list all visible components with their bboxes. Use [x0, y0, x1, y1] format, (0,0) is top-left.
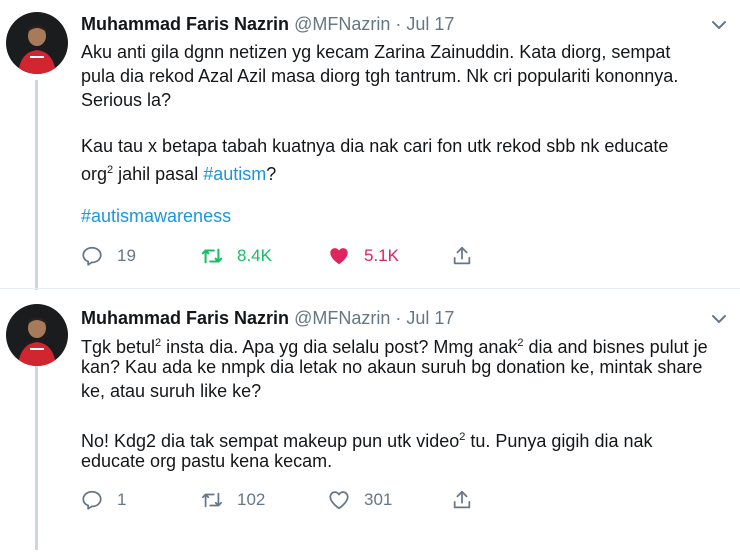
- text-fragment: insta dia. Apa yg dia selalu post? Mmg a…: [161, 337, 518, 357]
- hashtag-link[interactable]: #autism: [203, 164, 266, 184]
- author-handle[interactable]: @MFNazrin: [294, 308, 390, 328]
- separator: ·: [395, 308, 402, 328]
- reply-count: 19: [117, 246, 136, 265]
- tweet-line: pula dia rekod Azal Azil masa diorg tgh …: [81, 66, 679, 86]
- like-count: 301: [364, 490, 393, 509]
- avatar[interactable]: [6, 304, 68, 366]
- tweet-date[interactable]: Jul 17: [406, 14, 454, 34]
- text-fragment: Tgk betul: [81, 337, 156, 357]
- retweet-count: 102: [237, 490, 266, 509]
- text-fragment: dia and bisnes pulut je: [523, 337, 708, 357]
- tweet-text: Aku anti gila dgnn netizen yg kecam Zari…: [81, 40, 731, 228]
- avatar[interactable]: [6, 12, 68, 74]
- tweet[interactable]: Muhammad Faris Nazrin @MFNazrin · Jul 17…: [0, 288, 740, 553]
- share-button[interactable]: [451, 487, 473, 513]
- share-button[interactable]: [451, 243, 473, 269]
- tweet-line: Tgk betul2 insta dia. Apa yg dia selalu …: [81, 331, 731, 357]
- hashtag-link[interactable]: #autismawareness: [81, 204, 731, 228]
- retweet-icon: [201, 248, 223, 264]
- tweet-actions: 1 102 301: [81, 487, 491, 513]
- tweet-text: Tgk betul2 insta dia. Apa yg dia selalu …: [81, 331, 731, 473]
- text-fragment: jahil pasal: [113, 164, 204, 184]
- retweet-button[interactable]: 8.4K: [201, 243, 272, 269]
- tweet-header: Muhammad Faris Nazrin @MFNazrin · Jul 17: [81, 13, 454, 35]
- tweet-line: org2 jahil pasal #autism?: [81, 158, 731, 184]
- reply-icon: [82, 246, 102, 266]
- text-fragment: No! Kdg2 dia tak sempat makeup pun utk v…: [81, 431, 460, 451]
- tweet-line: No! Kdg2 dia tak sempat makeup pun utk v…: [81, 425, 731, 451]
- heart-icon: [330, 248, 348, 265]
- tweet-actions: 19 8.4K 5.1K: [81, 243, 491, 269]
- author-handle[interactable]: @MFNazrin: [294, 14, 390, 34]
- reply-icon: [82, 490, 102, 510]
- share-icon: [453, 246, 471, 265]
- tweet-line: Kau tau x betapa tabah kuatnya dia nak c…: [81, 136, 669, 156]
- retweet-icon: [201, 492, 223, 508]
- text-fragment: org: [81, 164, 108, 184]
- like-count: 5.1K: [364, 246, 399, 265]
- tweet-line: Aku anti gila dgnn netizen yg kecam Zari…: [81, 42, 671, 62]
- text-fragment: tu. Punya gigih dia nak: [465, 431, 653, 451]
- tweet-line: kan? Kau ada ke nmpk dia letak no akaun …: [81, 357, 703, 377]
- author-name[interactable]: Muhammad Faris Nazrin: [81, 308, 289, 328]
- tweet-line: ke, atau suruh like ke?: [81, 381, 262, 401]
- separator: ·: [395, 14, 402, 34]
- chevron-down-icon[interactable]: [710, 310, 728, 328]
- tweet[interactable]: Muhammad Faris Nazrin @MFNazrin · Jul 17…: [0, 0, 740, 290]
- thread-line: [35, 80, 38, 290]
- retweet-button[interactable]: 102: [201, 487, 265, 513]
- heart-icon: [329, 491, 349, 510]
- tweet-date[interactable]: Jul 17: [406, 308, 454, 328]
- reply-button[interactable]: 1: [81, 487, 126, 513]
- chevron-down-icon[interactable]: [710, 16, 728, 34]
- text-fragment: ?: [266, 164, 277, 184]
- reply-button[interactable]: 19: [81, 243, 136, 269]
- retweet-count: 8.4K: [237, 246, 272, 265]
- reply-count: 1: [117, 490, 127, 509]
- like-button[interactable]: 5.1K: [328, 243, 399, 269]
- share-icon: [453, 490, 471, 509]
- tweet-line: Serious la?: [81, 90, 172, 110]
- tweet-line: educate org pastu kena kecam.: [81, 451, 333, 471]
- like-button[interactable]: 301: [328, 487, 392, 513]
- thread-line: [35, 360, 38, 550]
- tweet-header: Muhammad Faris Nazrin @MFNazrin · Jul 17: [81, 307, 454, 329]
- author-name[interactable]: Muhammad Faris Nazrin: [81, 14, 289, 34]
